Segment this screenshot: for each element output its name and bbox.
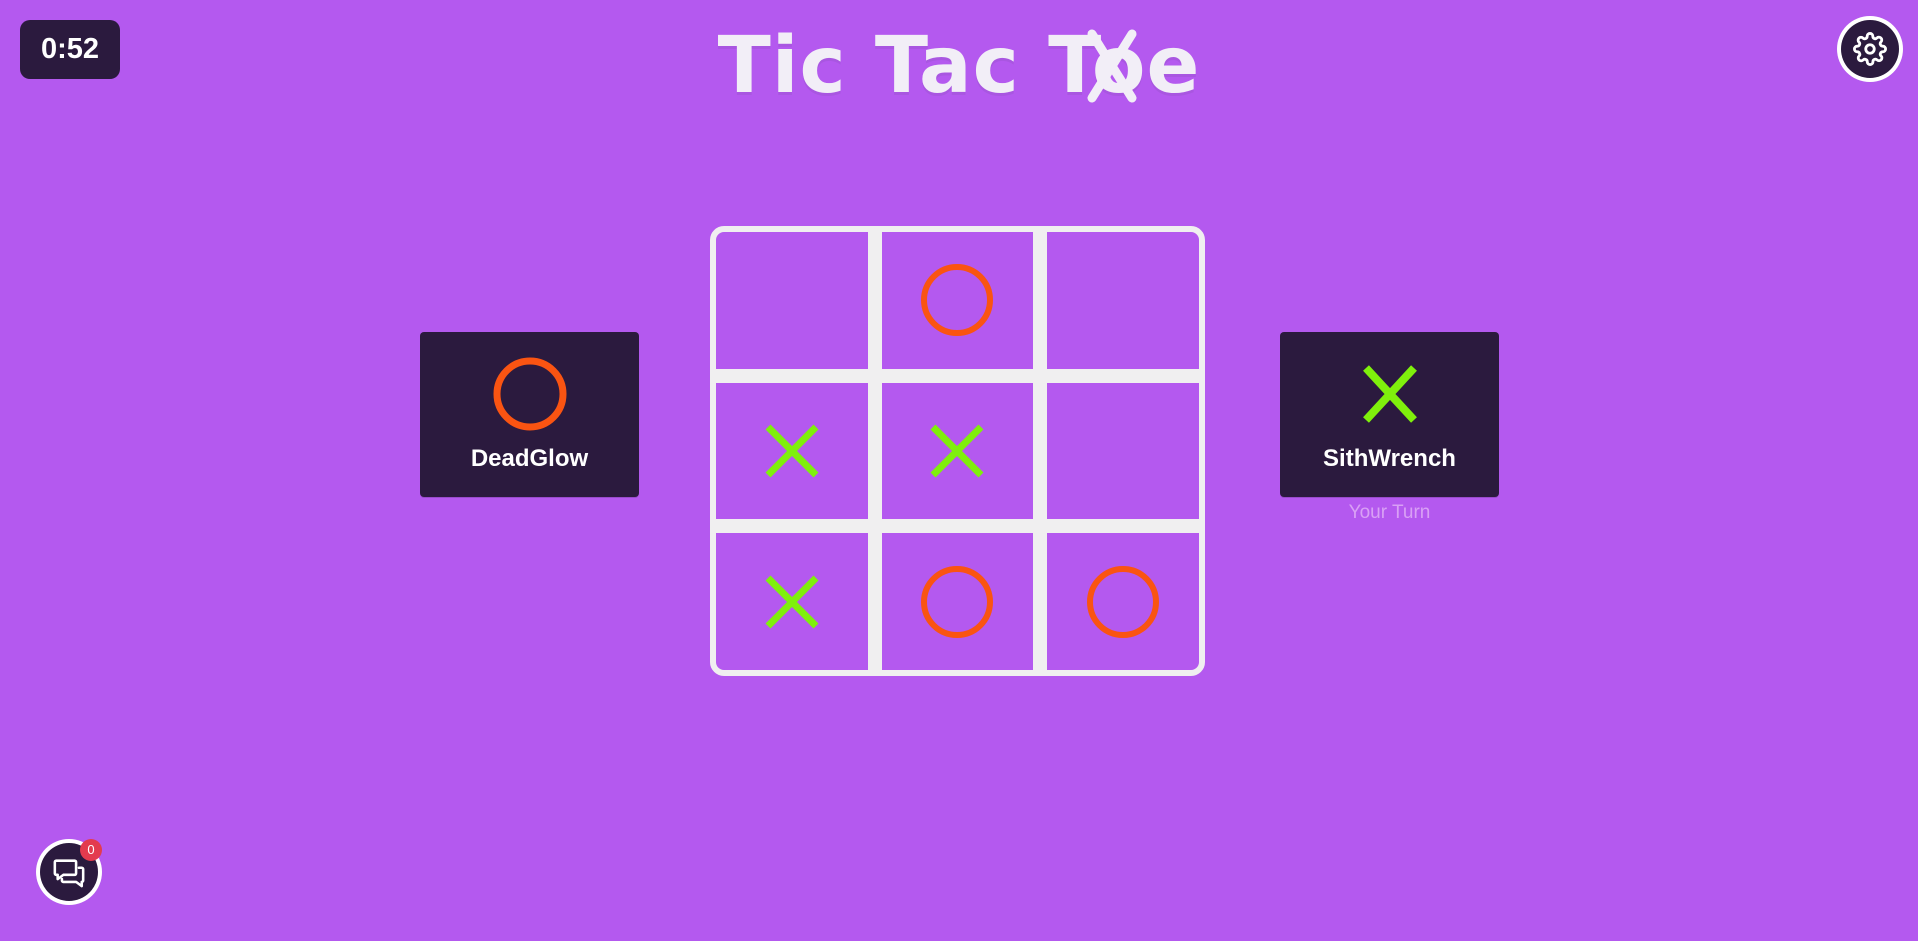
x-mark (931, 424, 984, 478)
game-board (710, 226, 1205, 676)
board-cell-0-0[interactable] (716, 232, 868, 369)
o-mark (921, 565, 994, 638)
board-cell-2-1[interactable] (881, 533, 1034, 670)
o-mark (1087, 565, 1160, 638)
player-card-right: SithWrench (1280, 332, 1499, 497)
x-mark-icon (1362, 365, 1417, 423)
game-title: Tic Tac Toe (0, 16, 1918, 116)
title-x-decoration (1087, 29, 1137, 103)
player-card-left: DeadGlow (420, 332, 639, 497)
gear-icon (1853, 32, 1887, 66)
player-name-right: SithWrench (1323, 445, 1456, 472)
board-cell-1-0[interactable] (716, 382, 868, 520)
board-cell-1-2[interactable] (1047, 382, 1199, 520)
board-cell-2-0[interactable] (716, 533, 868, 670)
chat-unread-badge: 0 (80, 839, 102, 861)
board-cell-0-2[interactable] (1047, 232, 1199, 369)
chat-icon (53, 859, 85, 888)
o-mark (921, 264, 994, 337)
x-mark (765, 424, 819, 478)
board-cell-1-1[interactable] (881, 382, 1034, 520)
settings-button[interactable] (1841, 20, 1899, 78)
board-cell-2-2[interactable] (1047, 533, 1199, 670)
x-mark (765, 575, 819, 629)
turn-status: Your Turn (1348, 502, 1431, 523)
o-mark-icon (493, 357, 566, 431)
board-cell-0-1[interactable] (881, 232, 1034, 369)
player-name-left: DeadGlow (470, 445, 589, 472)
title-wrap: Tic Tac Toe (718, 16, 1201, 116)
chat-button[interactable]: 0 (40, 839, 102, 901)
